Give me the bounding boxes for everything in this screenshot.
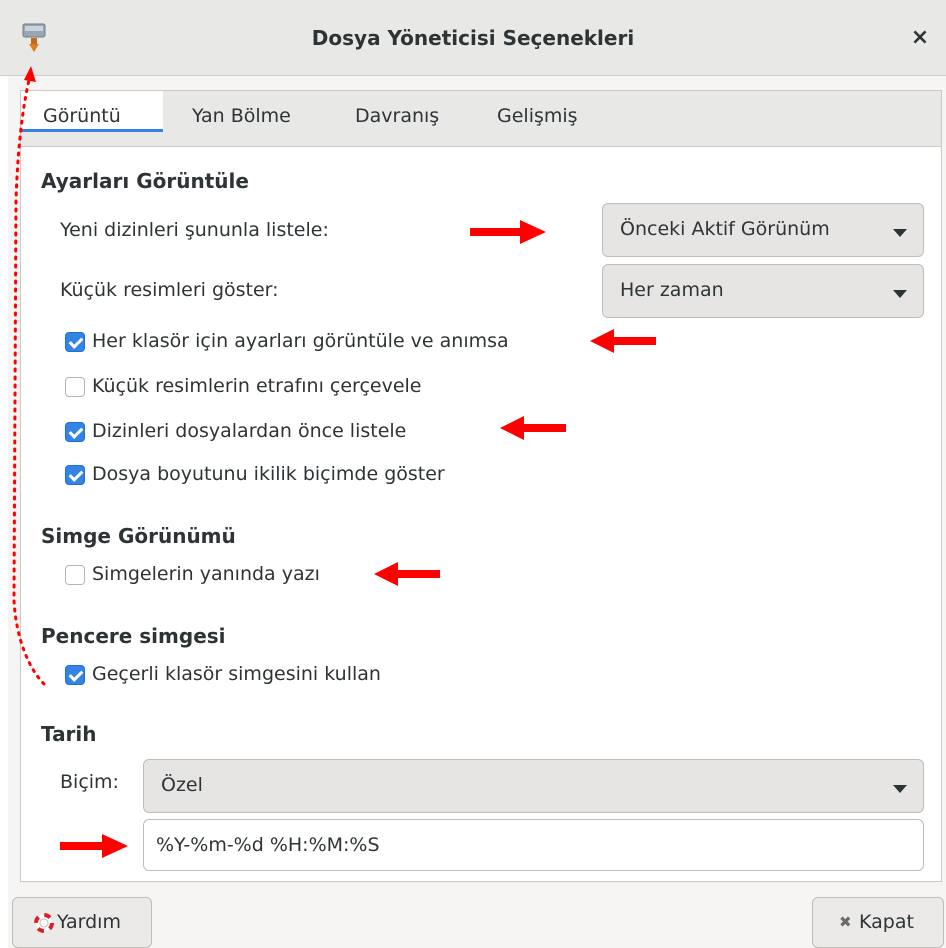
annotation-arrow-right	[60, 834, 128, 858]
date-format-label: Biçim:	[60, 771, 119, 793]
date-format-combo[interactable]: Özel	[143, 759, 924, 813]
checkbox-label: Her klasör için ayarları görüntüle ve an…	[92, 330, 509, 352]
checkbox-checked[interactable]	[65, 665, 85, 685]
annotation-arrow-left	[500, 416, 566, 440]
folders-before-files-check[interactable]: Dizinleri dosyalardan önce listele	[65, 420, 565, 447]
checkbox-label: Küçük resimlerin etrafını çerçevele	[92, 375, 422, 397]
checkbox-unchecked[interactable]	[65, 565, 85, 585]
custom-date-format-value: %Y-%m-%d %H:%M:%S	[156, 834, 380, 856]
date-heading: Tarih	[41, 722, 97, 746]
thumbnails-label: Küçük resimleri göster:	[60, 279, 279, 301]
chevron-down-icon	[893, 785, 907, 793]
close-button[interactable]: ✖ Kapat	[812, 897, 944, 948]
custom-date-format-input[interactable]: %Y-%m-%d %H:%M:%S	[143, 819, 924, 871]
remember-folder-settings-check[interactable]: Her klasör için ayarları görüntüle ve an…	[65, 330, 565, 357]
checkbox-label: Simgelerin yanında yazı	[92, 563, 320, 585]
annotation-arrow-right	[470, 220, 546, 244]
help-label: Yardım	[57, 911, 121, 933]
tab-bar: Görüntü Yan Bölme Davranış Gelişmiş	[21, 91, 941, 147]
title-bar: Dosya Yöneticisi Seçenekleri ×	[0, 0, 946, 76]
preferences-notebook: Görüntü Yan Bölme Davranış Gelişmiş Ayar…	[20, 90, 942, 882]
date-format-value: Özel	[161, 774, 203, 796]
view-new-folders-combo[interactable]: Önceki Aktif Görünüm	[602, 203, 924, 257]
window-icon-heading: Pencere simgesi	[41, 624, 226, 648]
thumbnail-frame-check[interactable]: Küçük resimlerin etrafını çerçevele	[65, 375, 565, 402]
display-settings-heading: Ayarları Görüntüle	[41, 169, 249, 193]
checkbox-label: Dizinleri dosyalardan önce listele	[92, 420, 407, 442]
checkbox-unchecked[interactable]	[65, 377, 85, 397]
checkbox-checked[interactable]	[65, 332, 85, 352]
window-close-button[interactable]: ×	[908, 26, 932, 50]
lifebuoy-icon	[34, 913, 54, 933]
help-button[interactable]: Yardım	[12, 897, 152, 948]
tab-behavior[interactable]: Davranış	[355, 105, 439, 127]
view-new-folders-label: Yeni dizinleri şununla listele:	[60, 219, 329, 241]
close-icon: ✖	[839, 913, 852, 931]
icon-view-heading: Simge Görünümü	[41, 524, 236, 548]
dialog-body: Görüntü Yan Bölme Davranış Gelişmiş Ayar…	[8, 76, 946, 948]
checkbox-checked[interactable]	[65, 422, 85, 442]
checkbox-label: Dosya boyutunu ikilik biçimde göster	[92, 463, 445, 485]
current-folder-icon-check[interactable]: Geçerli klasör simgesini kullan	[65, 663, 515, 690]
thumbnails-combo[interactable]: Her zaman	[602, 264, 924, 318]
checkbox-checked[interactable]	[65, 465, 85, 485]
thumbnails-value: Her zaman	[620, 279, 724, 301]
annotation-arrow-left	[590, 329, 656, 353]
tab-display[interactable]: Görüntü	[21, 91, 163, 132]
annotation-arrow-left	[374, 562, 440, 586]
close-label: Kapat	[859, 911, 914, 933]
tab-side-pane[interactable]: Yan Bölme	[192, 105, 291, 127]
binary-size-check[interactable]: Dosya boyutunu ikilik biçimde göster	[65, 463, 565, 490]
window-title: Dosya Yöneticisi Seçenekleri	[311, 26, 635, 50]
checkbox-label: Geçerli klasör simgesini kullan	[92, 663, 381, 685]
chevron-down-icon	[893, 229, 907, 237]
view-new-folders-value: Önceki Aktif Görünüm	[620, 218, 830, 240]
tab-advanced[interactable]: Gelişmiş	[497, 105, 578, 127]
chevron-down-icon	[893, 290, 907, 298]
